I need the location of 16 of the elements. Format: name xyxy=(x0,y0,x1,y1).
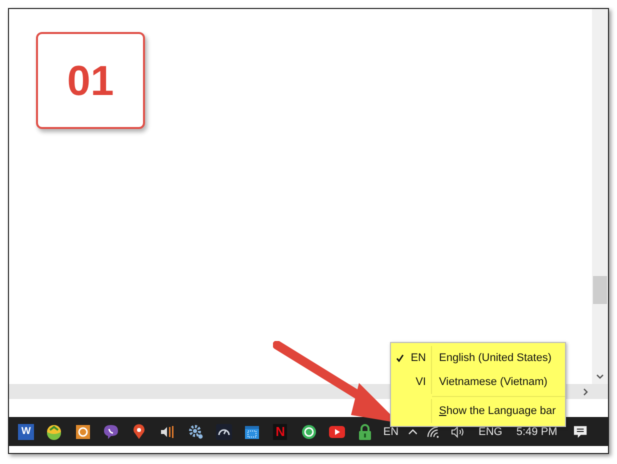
language-name: Vietnamese (Vietnam) xyxy=(438,376,548,388)
wifi-icon[interactable] xyxy=(427,426,441,438)
language-option[interactable]: EN English (United States) xyxy=(391,346,565,370)
chevron-down-icon[interactable] xyxy=(596,374,604,380)
volume-icon[interactable] xyxy=(450,426,466,438)
scrollbar-thumb[interactable] xyxy=(593,276,607,304)
chevron-right-icon[interactable] xyxy=(583,388,589,396)
language-code: VI xyxy=(414,376,426,388)
language-option[interactable]: VI Vietnamese (Vietnam) xyxy=(391,370,565,394)
notification-icon[interactable] xyxy=(573,424,588,438)
show-language-bar-option[interactable]: Show the Language bar xyxy=(391,399,565,423)
step-badge: 01 xyxy=(36,32,145,129)
vertical-scrollbar[interactable] xyxy=(592,9,608,384)
chevron-up-icon[interactable] xyxy=(408,428,418,434)
language-code: EN xyxy=(410,352,426,364)
language-name: English (United States) xyxy=(438,352,552,364)
